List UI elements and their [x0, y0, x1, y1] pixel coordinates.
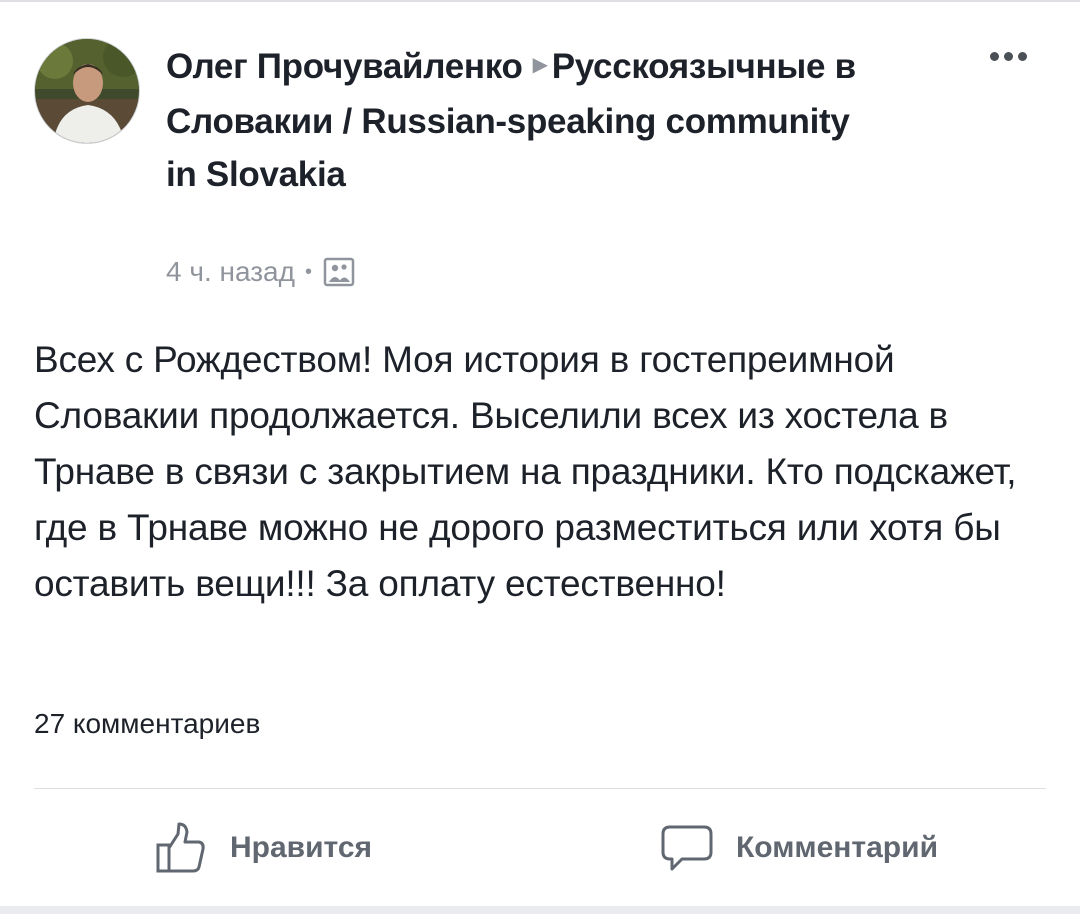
- post-timestamp[interactable]: 4 ч. назад: [166, 256, 295, 288]
- top-border: [0, 0, 1080, 2]
- bottom-separator: [0, 906, 1080, 914]
- author-name[interactable]: Олег Прочувайленко: [166, 47, 523, 86]
- post-body-text: Всех с Рождеством! Моя история в гостепр…: [34, 339, 1017, 604]
- comments-count-link[interactable]: 27 комментариев: [34, 704, 260, 744]
- like-button[interactable]: Нравится: [154, 818, 372, 878]
- three-dots-icon: [989, 51, 999, 61]
- thumbs-up-icon: [156, 822, 205, 873]
- dot: [1003, 51, 1013, 61]
- more-options-button[interactable]: [980, 44, 1036, 68]
- author-avatar[interactable]: [34, 38, 140, 144]
- group-photo-icon: [322, 255, 356, 289]
- meta-separator: •: [304, 260, 312, 283]
- post-meta: 4 ч. назад •: [166, 252, 356, 292]
- post-header: Олег Прочувайленко ▶ Русскоязычные в Слова…: [166, 40, 886, 201]
- dot: [1017, 51, 1027, 61]
- comment-label: Комментарий: [736, 831, 939, 864]
- speech-bubble-icon: [661, 825, 713, 871]
- comment-button[interactable]: Комментарий: [660, 818, 938, 878]
- avatar-photo: [35, 39, 139, 143]
- like-label: Нравится: [230, 831, 373, 864]
- triangle-right-icon: ▶: [532, 54, 548, 77]
- actions-divider: [34, 788, 1046, 789]
